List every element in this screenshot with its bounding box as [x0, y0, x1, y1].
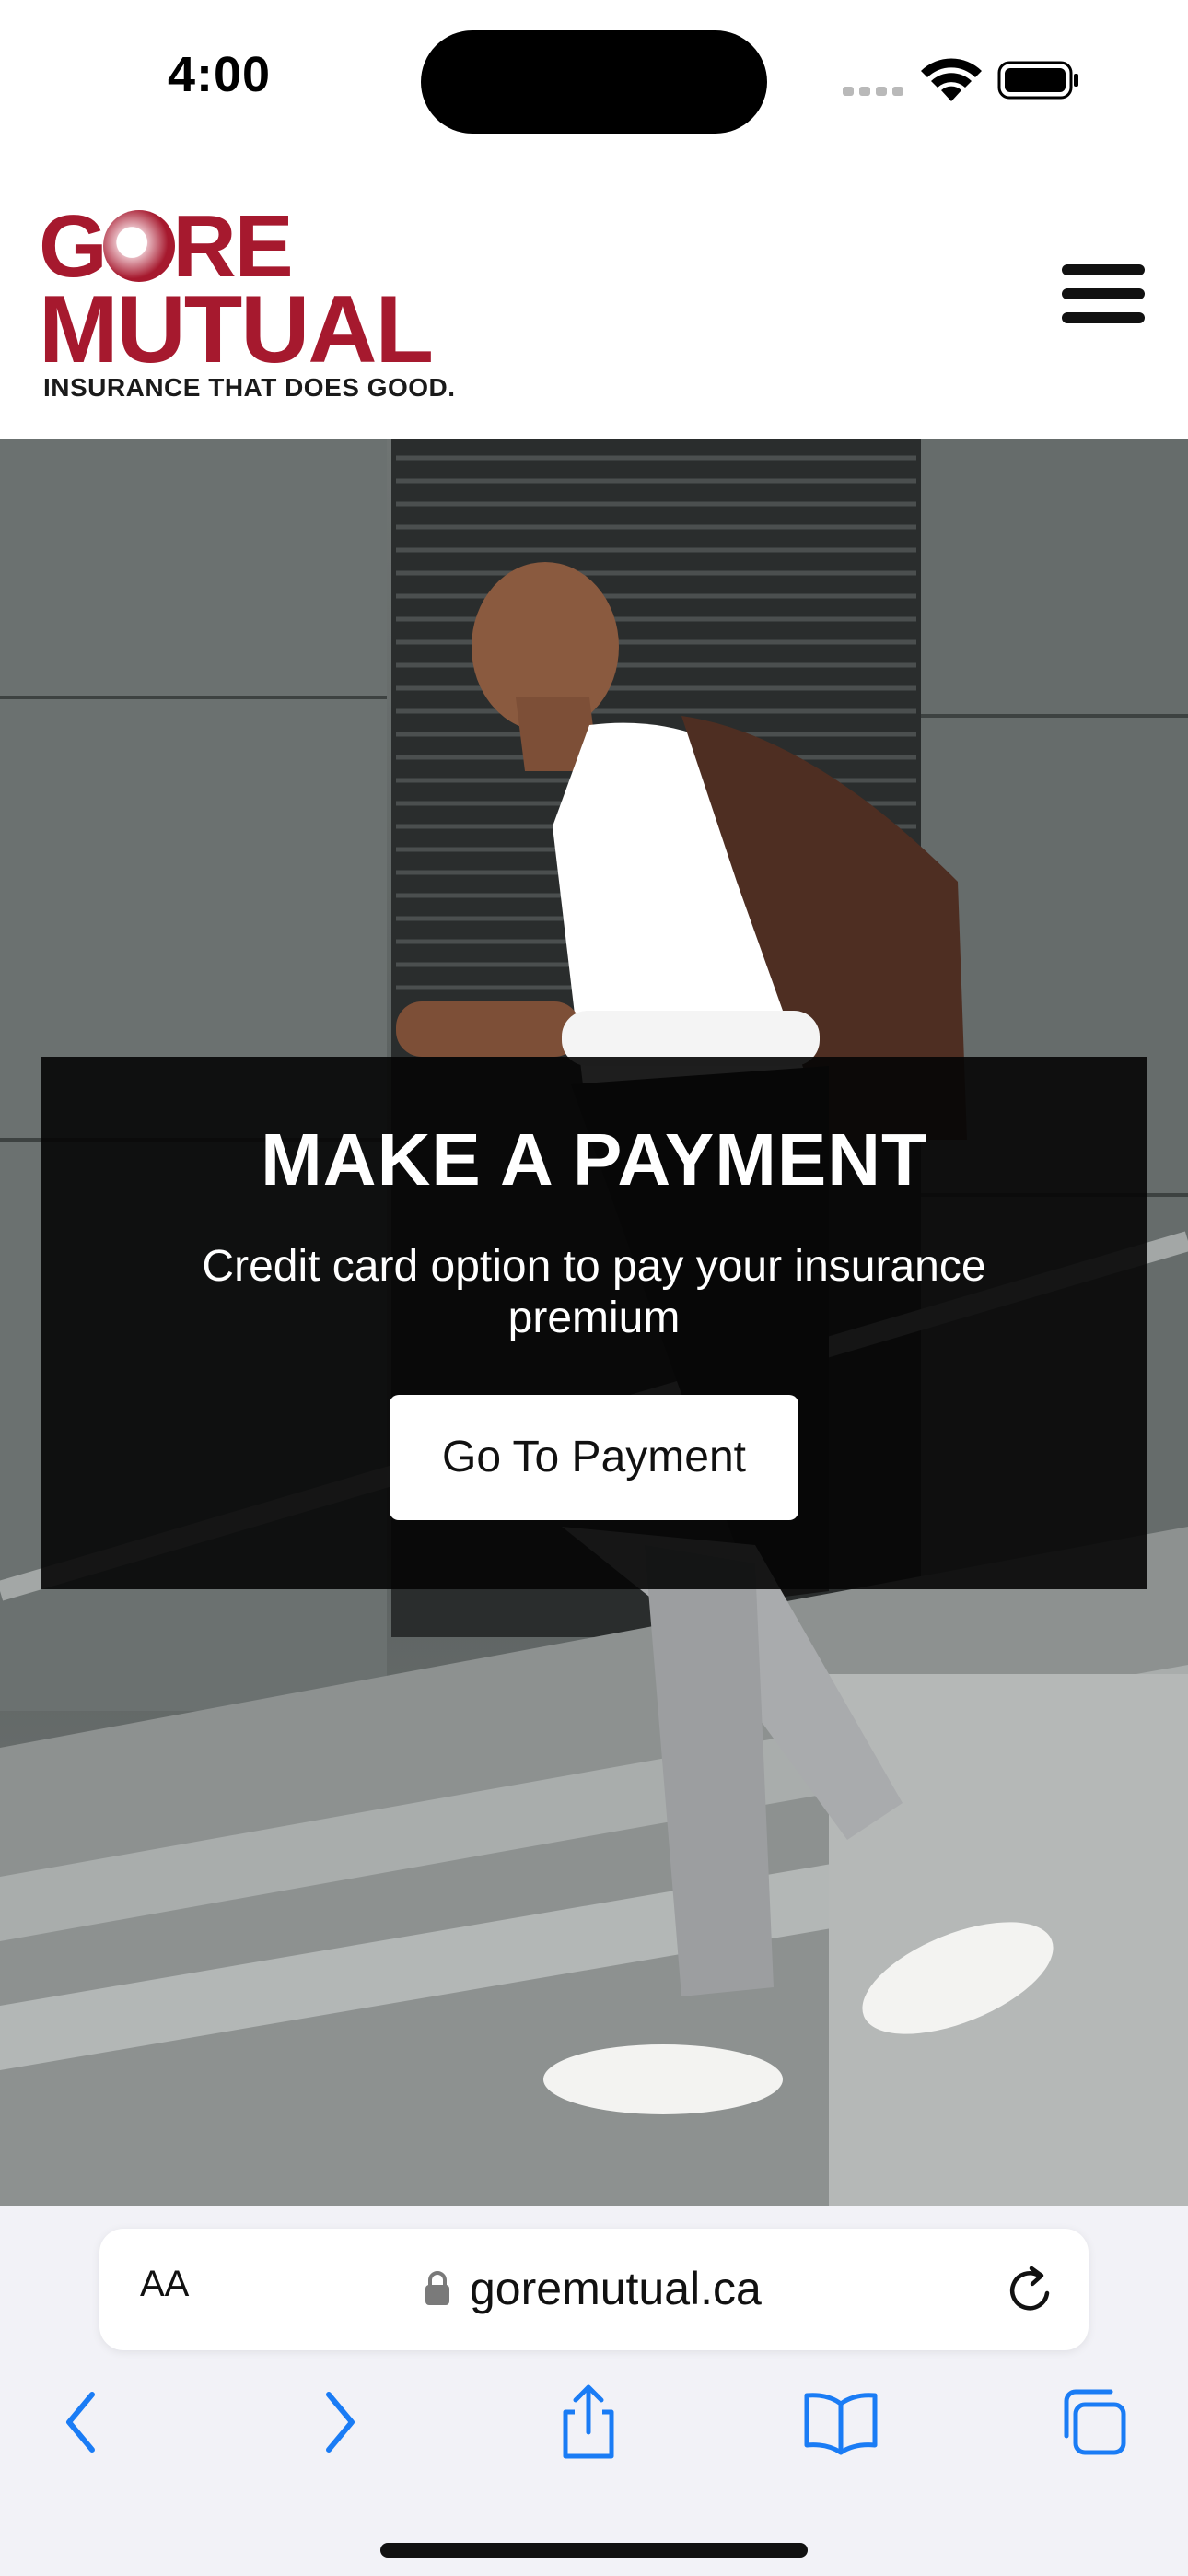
logo-tagline: INSURANCE THAT DOES GOOD.: [43, 373, 456, 402]
dynamic-island: [421, 30, 767, 134]
hero-section: MAKE A PAYMENT Credit card option to pay…: [0, 439, 1188, 2206]
status-bar: 4:00: [0, 0, 1188, 157]
bookmarks-icon[interactable]: [799, 2381, 882, 2464]
url-text[interactable]: goremutual.ca: [470, 2262, 762, 2315]
share-icon[interactable]: [547, 2381, 630, 2464]
promo-title: MAKE A PAYMENT: [261, 1118, 927, 1200]
home-indicator[interactable]: [380, 2543, 808, 2558]
battery-icon: [997, 61, 1078, 100]
reload-icon[interactable]: [1004, 2264, 1057, 2317]
text-size-button[interactable]: AA: [140, 2264, 189, 2305]
site-header: GORE MUTUAL INSURANCE THAT DOES GOOD.: [0, 157, 1188, 439]
tabs-icon[interactable]: [1054, 2381, 1136, 2464]
back-icon[interactable]: [41, 2381, 124, 2464]
logo-swirl-mark: [103, 210, 175, 282]
hamburger-menu-icon[interactable]: [1059, 264, 1147, 323]
lock-icon: [425, 2271, 449, 2305]
wifi-icon: [921, 58, 982, 101]
payment-promo-box: MAKE A PAYMENT Credit card option to pay…: [41, 1057, 1147, 1589]
address-bar[interactable]: AA goremutual.ca: [99, 2229, 1089, 2350]
cellular-signal-icon: [843, 85, 903, 96]
status-time: 4:00: [168, 47, 272, 102]
promo-subtitle: Credit card option to pay your insurance…: [202, 1242, 986, 1342]
go-to-payment-button[interactable]: Go To Payment: [390, 1395, 798, 1520]
forward-icon[interactable]: [297, 2381, 379, 2464]
browser-bottom-bar: AA goremutual.ca: [0, 2206, 1188, 2576]
logo-word-mutual: MUTUAL: [39, 276, 434, 383]
gore-mutual-logo[interactable]: GORE MUTUAL INSURANCE THAT DOES GOOD.: [39, 203, 490, 405]
